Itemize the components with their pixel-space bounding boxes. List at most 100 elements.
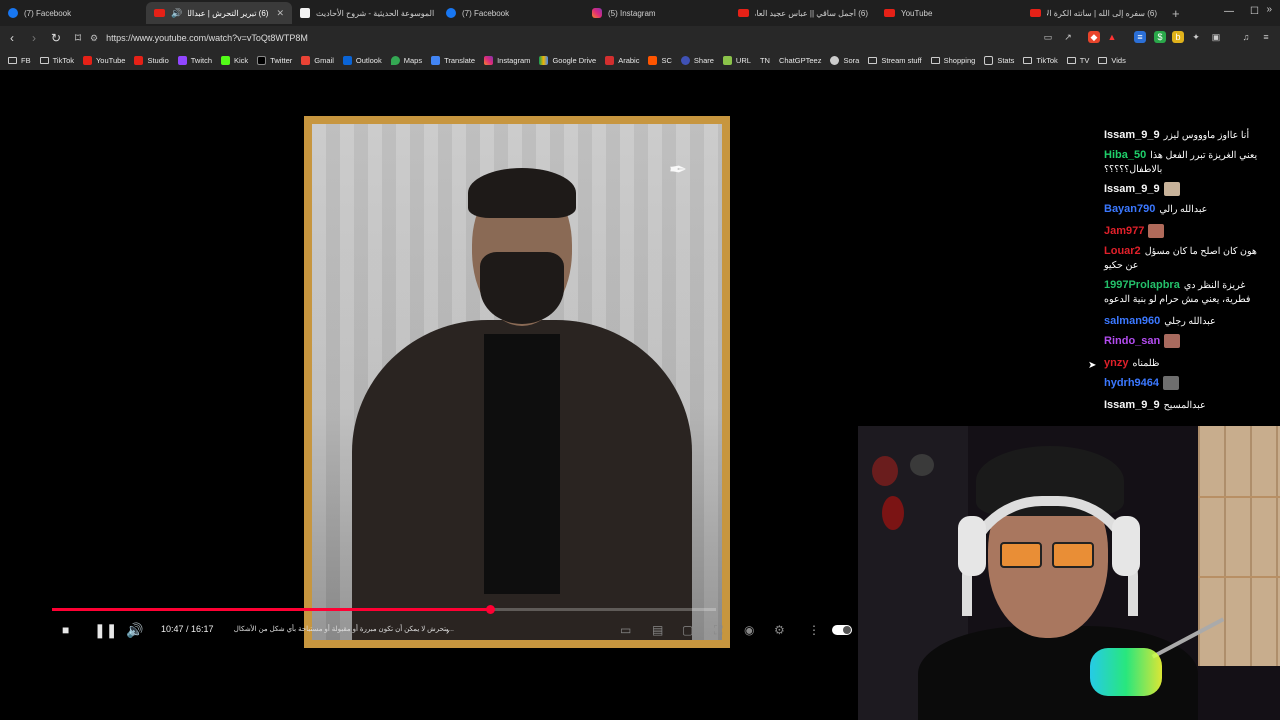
rgb-microphone (1090, 648, 1162, 696)
gmail-icon (301, 55, 311, 65)
maximize-icon[interactable]: ☐ (1250, 6, 1259, 17)
chapter-title[interactable]: ...يتحرش لا يمكن أن تكون مبررة أو مقبولة… (234, 625, 454, 633)
chat-username[interactable]: Jam977 (1104, 225, 1144, 237)
facebook-icon (8, 8, 18, 18)
bookmark-item[interactable]: Translate (431, 55, 475, 65)
tab-youtube-song[interactable]: (6) أجمل ساقي || عباس عجيد العامري (730, 2, 876, 24)
tab-active-video[interactable]: 🔊 (6) تبرير التحرش | عبدالله رشدي ✕ (146, 2, 292, 24)
bookmark-item[interactable]: Sora (830, 55, 859, 65)
theater-icon[interactable]: ▢ (682, 622, 693, 638)
camera-icon[interactable]: ◉ (744, 622, 754, 638)
bookmark-item[interactable]: TikTok (39, 56, 74, 65)
folder-icon (8, 56, 17, 64)
volume-icon[interactable]: 🔊 (126, 622, 143, 638)
chat-text: أنا عااوز ماوووس ليزر (1163, 130, 1250, 141)
speaker-icon[interactable]: 🔊 (171, 8, 182, 19)
tab-facebook-1[interactable]: (7) Facebook (0, 2, 146, 24)
video-content: ✒ (312, 124, 722, 640)
close-tab-icon[interactable]: ✕ (276, 8, 284, 19)
tab-instagram[interactable]: (5) Instagram (584, 2, 730, 24)
chat-username[interactable]: Rindo_san (1104, 335, 1160, 347)
site-settings-icon[interactable]: ⚙ (90, 33, 98, 44)
bookmark-item[interactable]: FB (8, 56, 31, 65)
bookmark-item[interactable]: TV (1066, 56, 1089, 65)
share-icon[interactable]: ↗ (1062, 31, 1074, 43)
settings-icon[interactable]: ⚙ (774, 622, 785, 638)
reload-icon[interactable]: ↻ (46, 31, 66, 45)
brave-shield-icon[interactable]: ◆ (1088, 31, 1100, 43)
toolbar: ‹ › ↻ ⌑ ⚙ https://www.youtube.com/watch?… (0, 26, 1280, 50)
bookmark-icon[interactable]: ⌑ (68, 31, 88, 45)
chat-username[interactable]: Issam_9_9 (1104, 129, 1160, 141)
tab-youtube[interactable]: YouTube (876, 2, 1022, 24)
bookmark-item[interactable]: ChatGPTeez (779, 56, 822, 65)
bookmark-item[interactable]: Arabic (605, 55, 639, 65)
tab-youtube-journey[interactable]: (6) سفره إلى الله | سأتته الكرة الأرضية (1022, 2, 1168, 24)
chat-username[interactable]: ynzy (1104, 357, 1128, 369)
bookmark-item[interactable]: Kick (221, 55, 248, 65)
extension-icon[interactable]: ≡ (1134, 31, 1146, 43)
chat-username[interactable]: Louar2 (1104, 245, 1141, 257)
scrubber-handle[interactable] (486, 605, 495, 614)
pause-icon[interactable]: ❚❚ (94, 622, 117, 638)
bookmark-item[interactable]: Vids (1098, 56, 1126, 65)
media-icon[interactable]: ♫ (1240, 31, 1252, 43)
extension-icon[interactable]: b (1172, 31, 1184, 43)
fullscreen-icon[interactable]: ⛶ (714, 622, 722, 638)
tab-facebook-2[interactable]: (7) Facebook (438, 2, 584, 24)
stop-icon[interactable]: ■ (62, 622, 69, 638)
chat-username[interactable]: Issam_9_9 (1104, 399, 1160, 411)
bookmark-item[interactable]: SC (648, 55, 672, 65)
miniplayer-icon[interactable]: ▭ (620, 622, 631, 638)
more-options-icon[interactable]: ⋮ (808, 622, 820, 638)
back-icon[interactable]: ‹ (2, 31, 22, 45)
speaker-beard (480, 252, 564, 324)
bookmark-item[interactable]: TN (760, 56, 770, 65)
chat-username[interactable]: salman960 (1104, 315, 1160, 327)
chat-username[interactable]: hydrh9464 (1104, 377, 1159, 389)
bookmark-item[interactable]: Stats (984, 55, 1014, 65)
video-frame[interactable]: ✒ (304, 116, 730, 648)
chat-username[interactable]: Bayan790 (1104, 203, 1155, 215)
bookmark-item[interactable]: URL (722, 55, 751, 65)
bookmark-item[interactable]: Twitter (257, 55, 292, 65)
sora-icon (830, 55, 840, 65)
rewards-icon[interactable]: ▲ (1106, 31, 1118, 43)
bookmark-label: Google Drive (552, 55, 597, 65)
bookmark-item[interactable]: Stream stuff (868, 56, 922, 65)
chat-username[interactable]: Issam_9_9 (1104, 183, 1160, 195)
bookmark-item[interactable]: Studio (134, 55, 169, 65)
extension-puzzle-icon[interactable]: ✦ (1190, 31, 1202, 43)
bookmark-item[interactable]: Outlook (342, 55, 382, 65)
chevron-right-icon[interactable]: › (446, 624, 449, 640)
autoplay-toggle[interactable] (832, 625, 852, 635)
x-icon (257, 55, 267, 65)
chat-username[interactable]: 1997Prolapbra (1104, 279, 1180, 291)
bookmark-label: Share (693, 55, 714, 65)
address-bar[interactable]: ⚙ https://www.youtube.com/watch?v=vToQt8… (86, 29, 1030, 47)
minimize-icon[interactable]: — (1224, 6, 1234, 17)
menu-icon[interactable]: ≡ (1260, 31, 1272, 43)
extension-icon[interactable]: $ (1154, 31, 1166, 43)
chat-username[interactable]: Hiba_50 (1104, 149, 1146, 161)
new-tab-button[interactable]: + (1172, 6, 1180, 21)
bookmark-item[interactable]: YouTube (82, 55, 125, 65)
bookmark-label: Instagram (497, 55, 531, 65)
forward-icon[interactable]: › (24, 31, 44, 45)
subtitles-icon[interactable]: ▤ (652, 622, 663, 638)
install-icon[interactable]: ▭ (1042, 31, 1054, 43)
bookmark-item[interactable]: Twitch (177, 55, 212, 65)
video-progress-bar[interactable] (52, 605, 716, 614)
share-icon (680, 55, 690, 65)
drive-icon (539, 55, 549, 65)
bookmark-item[interactable]: Shopping (930, 56, 975, 65)
bookmark-item[interactable]: Share (680, 55, 714, 65)
bookmark-item[interactable]: Google Drive (539, 55, 597, 65)
bookmark-item[interactable]: Instagram (484, 55, 531, 65)
bookmark-item[interactable]: Maps (390, 55, 422, 65)
more-bookmarks-icon[interactable]: » (1266, 4, 1272, 15)
bookmark-item[interactable]: Gmail (301, 55, 334, 65)
tab-hadith-encyclopedia[interactable]: الموسوعة الحديثية - شروح الأحاديث (292, 2, 438, 24)
sidebar-icon[interactable]: ▣ (1210, 31, 1222, 43)
bookmark-item[interactable]: TikTok (1023, 56, 1058, 65)
